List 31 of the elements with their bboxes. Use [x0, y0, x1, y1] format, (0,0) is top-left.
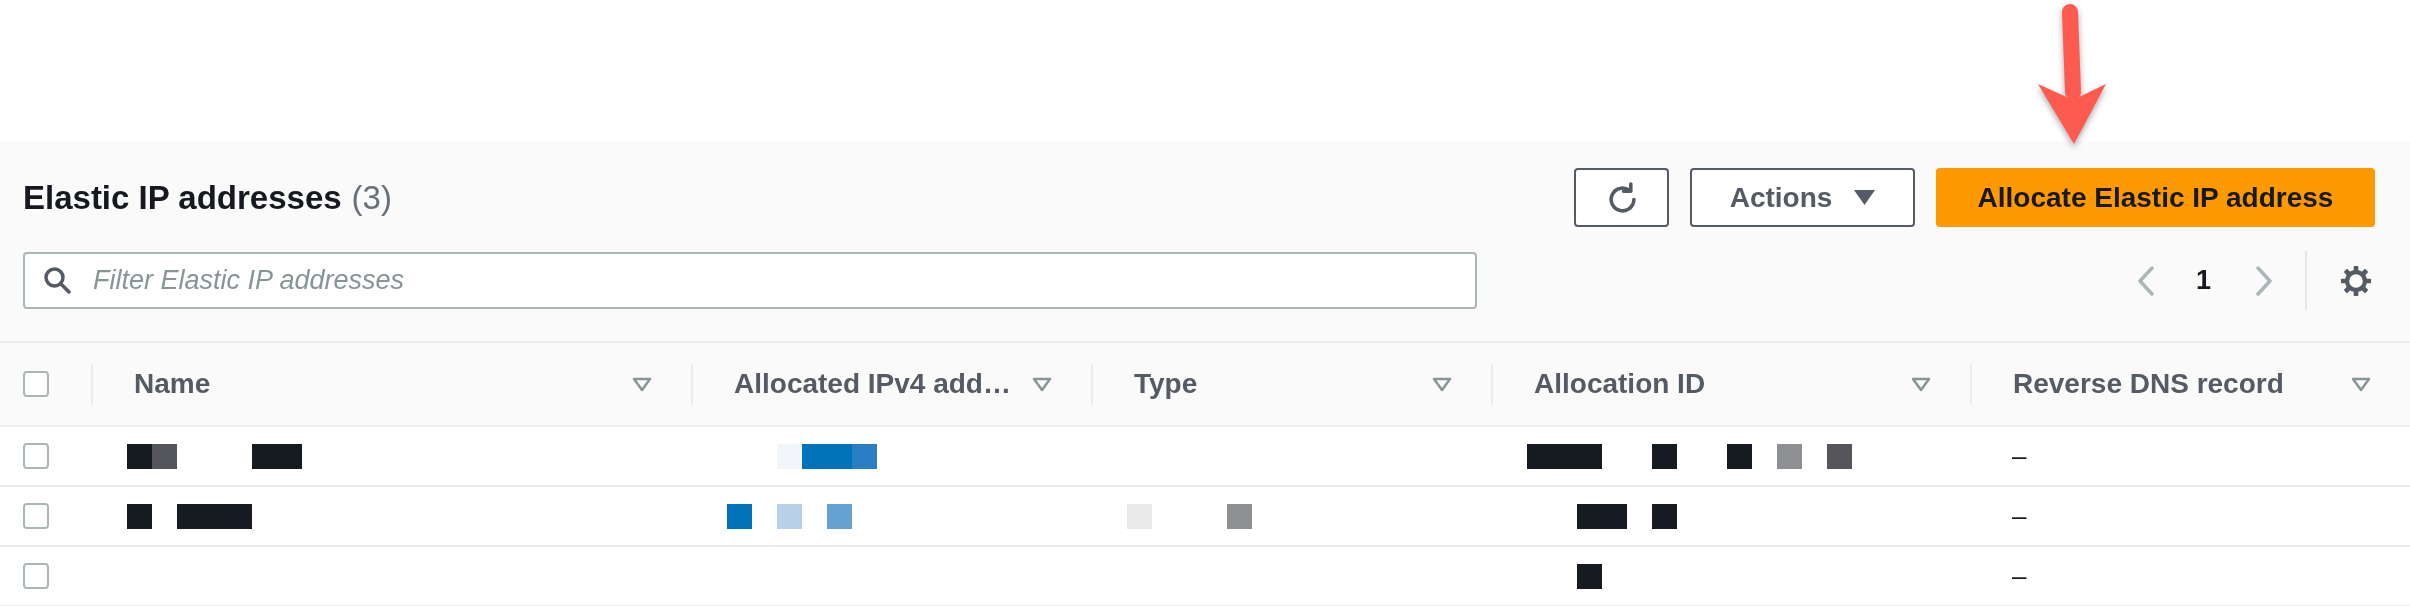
select-all-checkbox[interactable] — [23, 371, 49, 397]
triangle-icon[interactable] — [1911, 376, 1931, 392]
row-checkbox[interactable] — [23, 503, 49, 529]
column-header[interactable]: Name — [134, 363, 211, 405]
settings-icon — [2340, 264, 2372, 297]
triangle-icon[interactable] — [1032, 376, 1052, 392]
caret-down-icon — [1854, 190, 1876, 205]
allocate-button[interactable]: Allocate Elastic IP address — [1936, 168, 2375, 227]
page-title: Elastic IP addresses — [23, 181, 342, 214]
column-header[interactable]: Type — [1134, 363, 1198, 405]
column-header[interactable]: Reverse DNS record — [2013, 363, 2284, 405]
column-header[interactable]: Allocation ID — [1534, 363, 1706, 405]
settings-button[interactable] — [2340, 264, 2372, 297]
item-count: (3) — [351, 181, 392, 214]
column-header[interactable]: Allocated IPv4 add… — [734, 363, 1011, 405]
row-checkbox[interactable] — [23, 443, 49, 469]
triangle-icon[interactable] — [632, 376, 652, 392]
table-cell-text: – — [2012, 439, 2027, 473]
refresh-icon — [1606, 182, 1637, 213]
triangle-icon[interactable] — [2351, 376, 2371, 392]
search-icon — [43, 266, 71, 294]
page-number[interactable]: 1 — [2195, 267, 2211, 294]
search-field[interactable]: Filter Elastic IP addresses — [23, 252, 1477, 309]
table-cell-text: – — [2012, 559, 2027, 593]
refresh-button[interactable] — [1574, 168, 1669, 227]
table-cell-text: – — [2012, 499, 2027, 533]
actions-dropdown[interactable]: Actions — [1690, 168, 1915, 227]
chevron-left-icon — [2135, 265, 2156, 296]
chevron-right-icon — [2254, 265, 2274, 296]
row-checkbox[interactable] — [23, 563, 49, 589]
triangle-icon[interactable] — [1432, 376, 1452, 392]
